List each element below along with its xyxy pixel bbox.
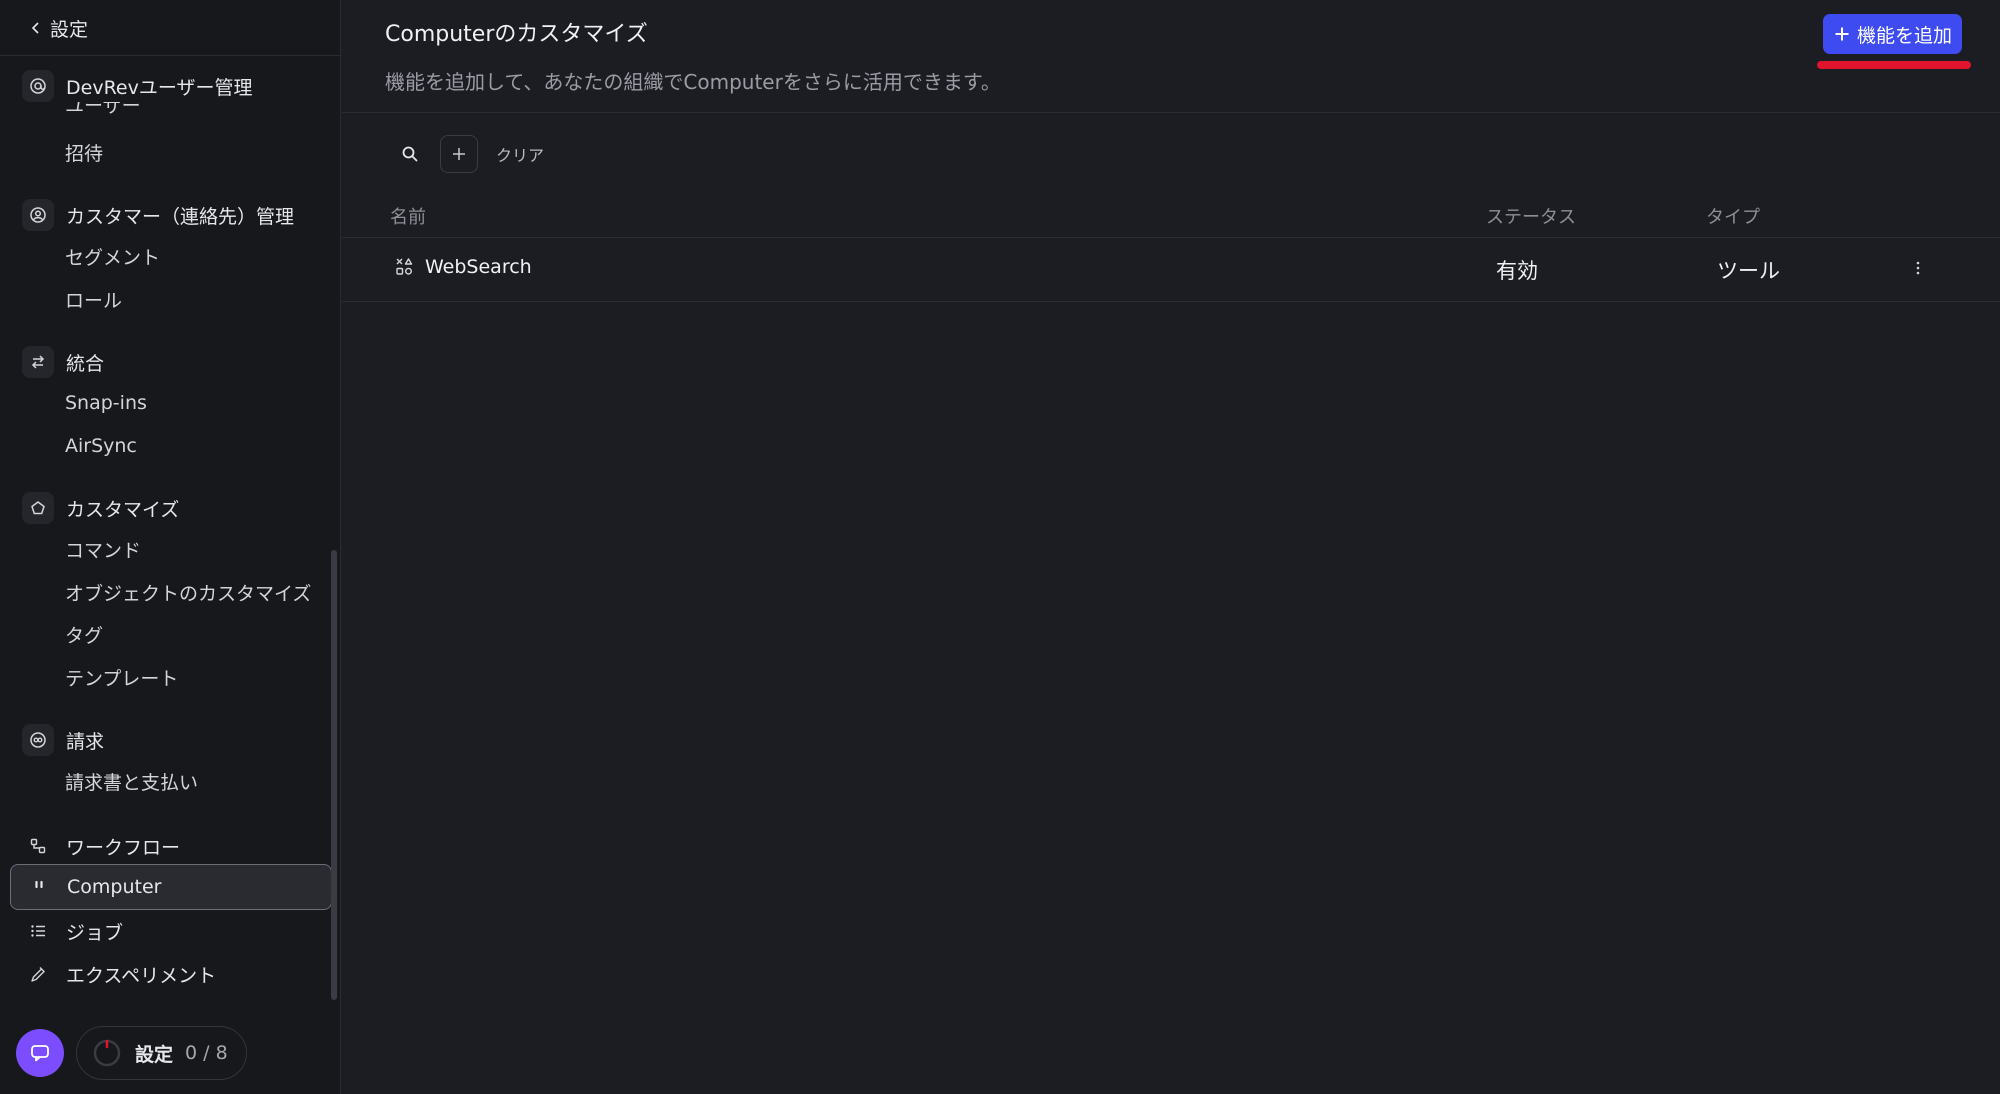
sidebar-item-airsync[interactable]: AirSync [65,426,341,466]
table-row-divider [342,301,2000,302]
chat-button[interactable] [16,1029,64,1077]
main-content: Computerのカスタマイズ 機能を追加して、あなたの組織でComputerを… [342,0,2000,1094]
sidebar: 設定 DevRevユーザー管理 ユーザー 招待 カスタマー（連絡先）管理 セグメ… [0,0,341,1094]
chevron-left-icon [31,22,39,34]
search-icon [402,146,418,162]
setup-count: 0 / 8 [185,1042,228,1064]
plus-icon [1835,27,1849,41]
sidebar-item-label: ロール [65,289,123,312]
sidebar-item-label: Snap-ins [65,392,147,414]
back-to-settings[interactable]: 設定 [28,10,88,46]
row-status: 有効 [1496,259,1538,283]
sidebar-item-label: ユーザー [65,102,141,117]
integration-icon [22,346,54,378]
sidebar-item-label: タグ [65,624,104,647]
sidebar-scrollbar[interactable] [331,550,337,1000]
highlight-underline [1817,61,1971,69]
sidebar-group-label: 統合 [66,352,105,375]
list-icon [22,915,54,947]
sidebar-group-label: 請求 [66,730,105,753]
sidebar-item-commands[interactable]: コマンド [65,529,341,569]
sidebar-item-label: Computer [67,876,162,898]
filter-bar: クリア [394,134,544,174]
sidebar-item-jobs[interactable]: ジョブ [22,911,322,951]
row-type: ツール [1717,259,1780,283]
plus-icon [453,148,465,160]
sidebar-item-workflows[interactable]: ワークフロー [22,826,322,866]
sidebar-item-users[interactable]: ユーザー [65,102,341,118]
sidebar-group-devrev-users[interactable]: DevRevユーザー管理 [22,66,322,106]
table-row[interactable]: WebSearch 有効 ツール [342,238,2000,301]
setup-label: 設定 [135,1043,174,1066]
header-divider [342,112,2000,113]
add-capability-button[interactable]: 機能を追加 [1823,14,1963,54]
sidebar-group-customize[interactable]: カスタマイズ [22,488,322,528]
sidebar-item-label: 招待 [65,142,104,165]
progress-ring-icon [91,1037,123,1069]
sidebar-nav: DevRevユーザー管理 ユーザー 招待 カスタマー（連絡先）管理 セグメント … [0,56,341,1006]
sidebar-item-label: ジョブ [66,921,124,944]
sidebar-group-label: DevRevユーザー管理 [66,76,253,99]
contact-icon [22,199,54,231]
column-header-type[interactable]: タイプ [1706,203,1760,229]
column-header-name[interactable]: 名前 [390,203,426,229]
workflow-icon [22,830,54,862]
sidebar-group-integrations[interactable]: 統合 [22,342,322,382]
sidebar-item-templates[interactable]: テンプレート [65,657,341,697]
add-filter-button[interactable] [440,135,478,173]
sidebar-item-object-customization[interactable]: オブジェクトのカスタマイズ [65,572,341,612]
sidebar-group-label: カスタマー（連絡先）管理 [66,205,295,228]
capability-icon [396,258,413,275]
sidebar-group-label: カスタマイズ [66,498,180,521]
billing-icon [22,724,54,756]
chat-icon [31,1045,49,1062]
sidebar-item-segments[interactable]: セグメント [65,236,341,276]
sidebar-item-label: AirSync [65,435,137,457]
sidebar-item-snap-ins[interactable]: Snap-ins [65,383,341,423]
flask-icon [22,958,54,990]
row-name-cell: WebSearch [395,256,532,278]
sidebar-group-billing[interactable]: 請求 [22,720,322,760]
sidebar-item-label: 請求書と支払い [65,771,199,794]
quote-icon [23,871,55,903]
sidebar-group-customers[interactable]: カスタマー（連絡先）管理 [22,195,322,235]
sidebar-item-label: セグメント [65,246,161,269]
sidebar-footer: 設定 0 / 8 [16,1026,247,1080]
row-more-button[interactable] [1906,256,1930,280]
sidebar-item-label: オブジェクトのカスタマイズ [65,582,312,605]
page-subtitle: 機能を追加して、あなたの組織でComputerをさらに活用できます。 [385,70,1001,94]
sidebar-item-roles[interactable]: ロール [65,279,341,319]
back-label: 設定 [50,18,89,41]
at-icon [22,70,54,102]
sidebar-item-tags[interactable]: タグ [65,614,341,654]
row-name: WebSearch [425,256,532,278]
add-capability-label: 機能を追加 [1857,24,1953,47]
sidebar-item-experiments[interactable]: エクスペリメント [22,954,322,994]
more-vertical-icon [1916,261,1920,275]
sidebar-item-invites[interactable]: 招待 [65,132,341,172]
page-title: Computerのカスタマイズ [385,22,648,47]
clear-filters-button[interactable]: クリア [496,142,544,166]
sidebar-item-label: ワークフロー [66,836,181,859]
setup-progress-button[interactable]: 設定 0 / 8 [76,1026,247,1080]
search-button[interactable] [394,138,426,170]
sidebar-item-label: テンプレート [65,667,179,690]
sidebar-item-label: エクスペリメント [66,964,217,987]
pentagon-icon [22,492,54,524]
column-header-status[interactable]: ステータス [1486,203,1576,229]
sidebar-item-computer[interactable]: Computer [10,864,332,910]
sidebar-item-invoices[interactable]: 請求書と支払い [65,761,341,801]
sidebar-item-label: コマンド [65,539,142,562]
